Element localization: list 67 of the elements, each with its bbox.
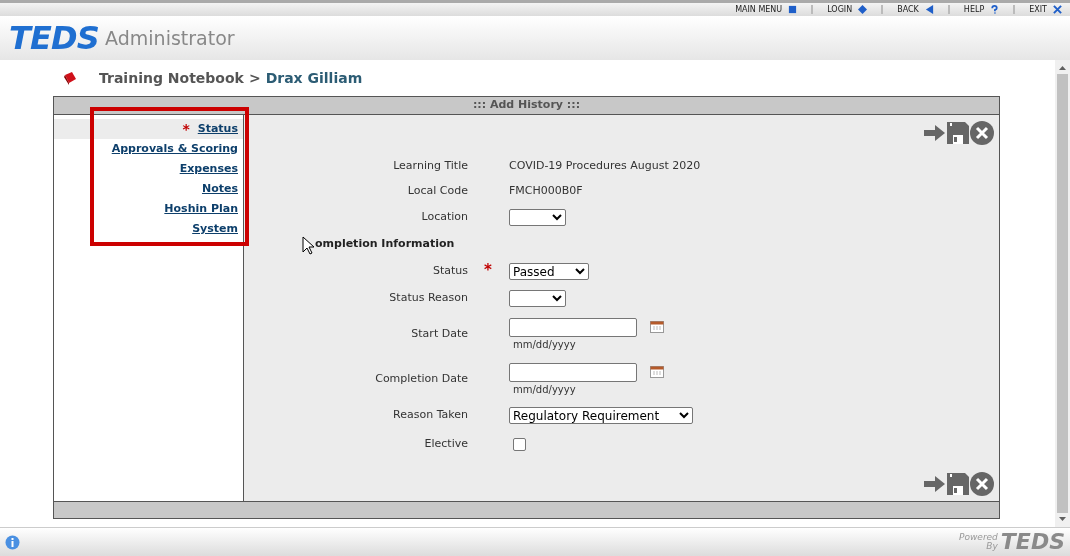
calendar-icon[interactable]	[650, 321, 664, 333]
menu-link[interactable]: MAIN MENU	[735, 3, 798, 16]
dropdown[interactable]: Regulatory Requirement	[509, 407, 694, 424]
chevron-down-icon	[552, 214, 562, 221]
info-icon[interactable]	[5, 534, 20, 550]
next-arrow-icon[interactable]	[924, 475, 946, 493]
scrollbar-thumb[interactable]	[1057, 74, 1068, 513]
menu-link[interactable]: EXIT	[1029, 3, 1062, 16]
field-label: Status	[432, 263, 468, 280]
section-heading: ompletion Information	[315, 236, 455, 253]
scroll-down-icon[interactable]	[1059, 517, 1066, 521]
square-icon	[788, 5, 798, 14]
sidebar-link[interactable]: System	[192, 220, 238, 238]
chevron-down-icon	[574, 268, 585, 275]
date-format-hint: mm/dd/yyyy	[512, 337, 577, 352]
field-label: Learning Title	[393, 159, 468, 173]
panel-header: ::: Add History :::	[54, 97, 999, 114]
sidebar-row[interactable]: * Status	[54, 119, 243, 139]
chevron-down-icon	[552, 295, 562, 302]
breadcrumb-person: Drax Gilliam	[265, 68, 363, 88]
sidebar-link[interactable]: Notes	[201, 180, 238, 198]
calendar-icon[interactable]	[650, 366, 664, 378]
diamond-icon	[858, 5, 868, 14]
chevron-down-icon	[679, 412, 690, 419]
close-icon[interactable]	[970, 472, 994, 496]
sidebar-link[interactable]: Approvals & Scoring	[111, 140, 238, 158]
next-arrow-icon[interactable]	[924, 124, 946, 142]
sidebar-link[interactable]: Status	[197, 120, 238, 138]
dropdown[interactable]	[509, 209, 566, 226]
field-label: Status Reason	[389, 290, 468, 307]
save-icon[interactable]	[947, 473, 969, 495]
field-value: COVID-19 Procedures August 2020	[509, 158, 701, 175]
app-title: Administrator	[105, 25, 235, 51]
required-asterisk: *	[484, 260, 492, 279]
menu-link[interactable]: HELP	[963, 3, 1000, 16]
logo: TEDS	[9, 22, 100, 54]
required-asterisk: *	[182, 122, 190, 136]
date-format-hint: mm/dd/yyyy	[512, 382, 577, 397]
close-icon[interactable]	[970, 121, 994, 145]
field-label: Elective	[424, 436, 468, 450]
save-icon[interactable]	[947, 122, 969, 144]
field-label: Start Date	[411, 327, 468, 341]
field-label: Reason Taken	[393, 407, 468, 424]
field-value: FMCH000B0F	[509, 183, 583, 200]
book-icon	[63, 71, 77, 85]
breadcrumb-notebook[interactable]: Training Notebook	[99, 67, 244, 89]
sidebar-link[interactable]: Expenses	[179, 160, 238, 178]
checkbox[interactable]	[513, 437, 526, 451]
date-field[interactable]	[509, 362, 637, 382]
sidebar-link[interactable]: Hoshin Plan	[164, 200, 238, 218]
mouse-cursor-icon	[302, 236, 314, 255]
powered-by-text: By	[986, 542, 998, 551]
dropdown[interactable]: Passed	[509, 263, 589, 280]
field-label: Location	[421, 209, 468, 226]
scroll-up-icon[interactable]	[1059, 66, 1066, 70]
footer-logo: TEDS	[1000, 531, 1065, 553]
field-label: Local Code	[407, 184, 468, 198]
breadcrumb-separator: >	[248, 68, 261, 88]
powered-by-text: Powered	[959, 533, 998, 542]
close-icon	[1053, 5, 1062, 14]
help-icon	[990, 5, 1000, 14]
field-label: Completion Date	[375, 372, 468, 386]
dropdown[interactable]	[509, 290, 566, 307]
back-arrow-icon	[924, 5, 934, 14]
date-field[interactable]	[509, 317, 637, 337]
menu-link[interactable]: BACK	[897, 3, 934, 16]
menu-link[interactable]: LOGIN	[827, 3, 868, 16]
